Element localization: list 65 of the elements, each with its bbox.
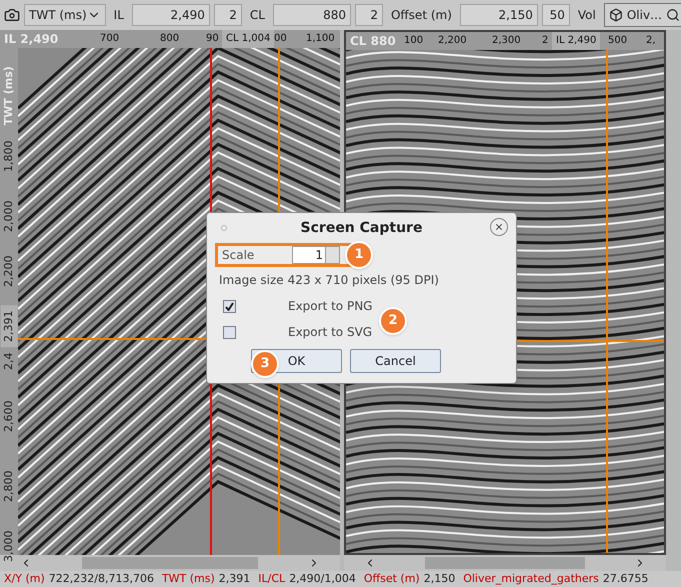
tick-label: 100 [404, 34, 424, 48]
checkbox-label: Export to SVG [288, 324, 372, 341]
field-label: IL [112, 7, 125, 24]
tick-label: 2,200 [0, 254, 16, 289]
dialog-title: Screen Capture [300, 218, 422, 238]
cursor-label: 2,391 [0, 305, 18, 348]
axis-title: TWT (ms) [0, 67, 16, 126]
camera-icon [4, 7, 20, 23]
tick-label: 2,200 [438, 34, 467, 48]
tick-label: 2 [542, 34, 548, 48]
number-field[interactable]: 880 [272, 4, 351, 26]
scrollbar-thumb[interactable] [425, 557, 585, 569]
field-label: CL [248, 7, 266, 24]
tick-label: 00 [274, 32, 287, 46]
panel-title: IL 2,490 [4, 31, 58, 48]
status-label: Oliver_migrated_gathers [463, 570, 599, 587]
tick-label: 2, [646, 34, 656, 48]
status-value: 722,232/8,713,706 [48, 570, 154, 587]
status-label: IL/CL [258, 570, 286, 587]
checkbox[interactable] [223, 326, 236, 338]
tick-label: 90 [206, 32, 219, 46]
scale-spinner[interactable]: 1 [292, 246, 340, 264]
field-label: Vol [576, 7, 597, 24]
tick-label: 2,000 [0, 200, 16, 234]
tick-label: 800 [160, 32, 180, 46]
status-value: 2,490/1,004 [289, 570, 356, 587]
checkmark-icon [225, 302, 234, 310]
checkbox[interactable] [223, 300, 236, 312]
status-value: 2,391 [218, 570, 250, 587]
tick-label: 1,100 [306, 32, 335, 46]
status-label: TWT (ms) [162, 570, 215, 587]
search-icon [666, 8, 680, 22]
tick-label: 500 [608, 34, 628, 48]
status-value: 27.6755 [602, 570, 648, 587]
cube-icon [608, 8, 623, 22]
tick-label: 2,800 [0, 470, 16, 504]
close-button[interactable] [490, 218, 508, 236]
close-icon [494, 222, 504, 232]
checkbox-label: Export to PNG [288, 298, 372, 315]
volume-button[interactable]: Oliv… [604, 3, 681, 27]
tick-label: 1,800 [0, 140, 16, 174]
panel-title: CL 880 [350, 33, 396, 50]
dialog-button[interactable]: Cancel [350, 349, 441, 373]
domain-dropdown[interactable]: TWT (ms) [24, 4, 106, 26]
scrollbar-thumb[interactable] [82, 557, 258, 569]
status-label: Offset (m) [364, 570, 420, 587]
tick-label: 2,4 [0, 352, 16, 372]
tick-label: 700 [100, 32, 120, 46]
status-label: X/Y (m) [4, 570, 45, 587]
number-field[interactable]: 2,150 [460, 4, 538, 26]
tick-label: 2,600 [0, 400, 16, 434]
horizontal-scrollbar[interactable] [344, 555, 666, 571]
cursor-label: IL 2,490 [552, 32, 600, 50]
field-label: Offset (m) [390, 7, 453, 24]
tick-label: 2,300 [492, 34, 521, 48]
number-field[interactable]: 50 [542, 4, 570, 26]
number-field[interactable]: 2 [354, 4, 383, 26]
status-value: 2,150 [424, 570, 456, 587]
number-field[interactable]: 2,490 [132, 4, 210, 26]
field-label: Scale [222, 247, 256, 264]
number-field[interactable]: 2 [214, 4, 242, 26]
tick-label: 3,000 [0, 530, 16, 564]
cursor-label: CL 1,004 [222, 30, 274, 48]
image-size-value: 423 x 710 pixels (95 DPI) [288, 272, 439, 289]
field-label: Image size [219, 272, 284, 289]
